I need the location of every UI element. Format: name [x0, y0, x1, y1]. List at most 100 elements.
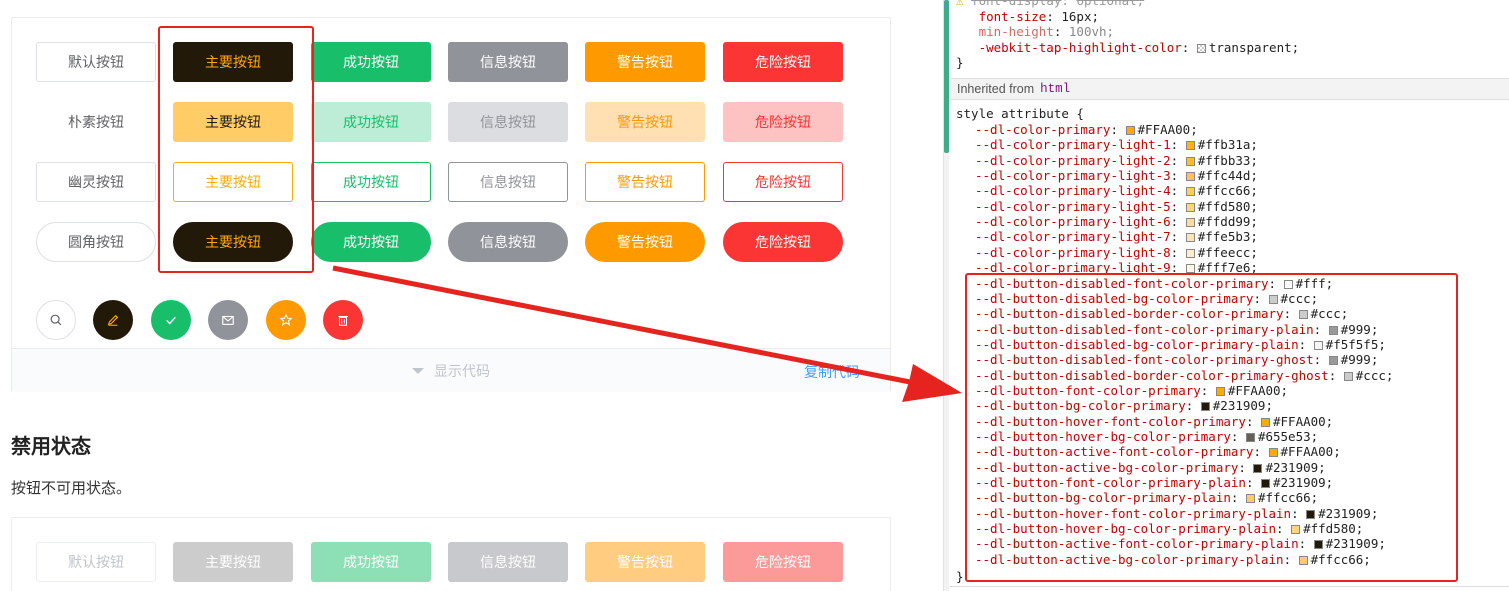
css-property-name[interactable]: min-height	[979, 24, 1054, 39]
css-variable-value[interactable]: #ffd580;	[1198, 199, 1258, 214]
css-declaration[interactable]: font-size: 16px;	[956, 9, 1099, 24]
color-swatch[interactable]	[1185, 156, 1195, 166]
css-variable-value[interactable]: #FFAA00;	[1281, 444, 1341, 459]
css-variable-declaration[interactable]: --dl-button-hover-font-color-primary: #F…	[975, 414, 1333, 429]
round-danger-button[interactable]: 危险按钮	[723, 222, 843, 262]
css-variable-value[interactable]: #999;	[1341, 322, 1379, 337]
css-property-name[interactable]: -webkit-tap-highlight-color	[979, 40, 1182, 55]
copy-code-link[interactable]: 复制代码	[804, 362, 860, 382]
ghost-default-button[interactable]: 幽灵按钮	[36, 162, 156, 202]
css-variable-value[interactable]: #FFAA00;	[1228, 383, 1288, 398]
css-variable-declaration[interactable]: --dl-color-primary-light-3: #ffc44d;	[975, 168, 1258, 183]
css-variable-declaration[interactable]: --dl-button-font-color-primary: #FFAA00;	[975, 383, 1288, 398]
color-swatch[interactable]	[1185, 187, 1195, 197]
color-swatch[interactable]	[1268, 448, 1278, 458]
css-variable-name[interactable]: --dl-color-primary-light-6	[975, 214, 1171, 229]
css-variable-declaration[interactable]: --dl-button-disabled-bg-color-primary: #…	[975, 291, 1318, 306]
css-variable-declaration[interactable]: --dl-button-active-bg-color-primary: #23…	[975, 460, 1326, 475]
css-variable-value[interactable]: #ffdd99;	[1198, 214, 1258, 229]
color-swatch[interactable]	[1215, 386, 1225, 396]
css-variable-value[interactable]: #ffb31a;	[1198, 137, 1258, 152]
color-swatch[interactable]	[1306, 509, 1316, 519]
css-variable-value[interactable]: #fff7e6;	[1198, 260, 1258, 275]
css-variable-value[interactable]: #655e53;	[1258, 429, 1318, 444]
css-variable-name[interactable]: --dl-button-font-color-primary	[975, 383, 1201, 398]
css-variable-value[interactable]: #ffc44d;	[1198, 168, 1258, 183]
css-variable-declaration[interactable]: --dl-button-hover-bg-color-primary: #655…	[975, 429, 1318, 444]
ghost-info-button[interactable]: 信息按钮	[448, 162, 568, 202]
css-variable-declaration[interactable]: --dl-button-bg-color-primary-plain: #ffc…	[975, 490, 1318, 505]
css-declaration[interactable]: -webkit-tap-highlight-color: transparent…	[956, 40, 1300, 55]
disabled-info-button[interactable]: 信息按钮	[448, 542, 568, 582]
color-swatch[interactable]	[1185, 233, 1195, 243]
css-variable-value[interactable]: #ffd580;	[1303, 521, 1363, 536]
css-variable-name[interactable]: --dl-button-disabled-border-color-primar…	[975, 368, 1329, 383]
css-variable-name[interactable]: --dl-color-primary-light-8	[975, 245, 1171, 260]
css-variable-declaration[interactable]: --dl-color-primary-light-9: #fff7e6;	[975, 260, 1258, 275]
disabled-success-button[interactable]: 成功按钮	[311, 542, 431, 582]
plain-success-button[interactable]: 成功按钮	[311, 102, 431, 142]
color-swatch[interactable]	[1283, 279, 1293, 289]
color-swatch[interactable]	[1261, 479, 1270, 489]
plain-default-button[interactable]: 朴素按钮	[36, 102, 156, 142]
circle-check-button[interactable]	[151, 300, 191, 340]
css-variable-declaration[interactable]: --dl-button-hover-font-color-primary-pla…	[975, 506, 1378, 521]
circle-search-button[interactable]	[36, 300, 76, 340]
default-button[interactable]: 默认按钮	[36, 42, 156, 82]
circle-delete-button[interactable]	[323, 300, 363, 340]
color-swatch[interactable]	[1245, 433, 1255, 442]
color-swatch[interactable]	[1291, 525, 1301, 535]
color-swatch[interactable]	[1185, 172, 1195, 182]
success-button[interactable]: 成功按钮	[311, 42, 431, 82]
ghost-danger-button[interactable]: 危险按钮	[723, 162, 843, 202]
css-variable-name[interactable]: --dl-button-disabled-bg-color-primary	[975, 291, 1253, 306]
plain-info-button[interactable]: 信息按钮	[448, 102, 568, 142]
circle-edit-button[interactable]	[93, 300, 133, 340]
css-variable-value[interactable]: #ffe5b3;	[1198, 229, 1258, 244]
danger-button[interactable]: 危险按钮	[723, 42, 843, 82]
css-variable-declaration[interactable]: --dl-color-primary-light-4: #ffcc66;	[975, 183, 1258, 198]
css-variable-declaration[interactable]: --dl-color-primary-light-2: #ffbb33;	[975, 153, 1258, 168]
css-variable-declaration[interactable]: --dl-color-primary-light-8: #ffeecc;	[975, 245, 1258, 260]
color-swatch[interactable]	[1185, 264, 1195, 274]
css-variable-name[interactable]: --dl-button-disabled-font-color-primary	[975, 276, 1269, 291]
css-variable-value[interactable]: #231909;	[1265, 460, 1325, 475]
disabled-warning-button[interactable]: 警告按钮	[585, 542, 705, 582]
css-variable-declaration[interactable]: --dl-button-disabled-border-color-primar…	[975, 368, 1393, 383]
css-declaration[interactable]: ⚠ font-display: optional;	[956, 0, 1144, 8]
css-variable-name[interactable]: --dl-button-hover-font-color-primary	[975, 414, 1246, 429]
color-swatch[interactable]	[1313, 540, 1323, 550]
css-variable-name[interactable]: --dl-button-font-color-primary-plain	[975, 475, 1246, 490]
color-swatch[interactable]	[1328, 325, 1338, 335]
css-property-value[interactable]: 100vh;	[1069, 24, 1114, 39]
css-variable-value[interactable]: #ffcc66;	[1311, 552, 1371, 567]
css-variable-declaration[interactable]: --dl-color-primary-light-5: #ffd580;	[975, 199, 1258, 214]
css-variable-value[interactable]: #231909;	[1273, 475, 1333, 490]
css-variable-name[interactable]: --dl-color-primary-light-9	[975, 260, 1171, 275]
css-variable-name[interactable]: --dl-button-disabled-font-color-primary-…	[975, 352, 1314, 367]
css-variable-name[interactable]: --dl-color-primary-light-2	[975, 153, 1171, 168]
plain-primary-button[interactable]: 主要按钮	[173, 102, 293, 142]
round-warning-button[interactable]: 警告按钮	[585, 222, 705, 262]
color-swatch[interactable]	[1245, 494, 1255, 504]
css-variable-name[interactable]: --dl-color-primary-light-5	[975, 199, 1171, 214]
css-variable-name[interactable]: --dl-button-hover-bg-color-primary-plain	[975, 521, 1276, 536]
css-variable-declaration[interactable]: --dl-button-active-bg-color-primary-plai…	[975, 552, 1371, 567]
round-default-button[interactable]: 圆角按钮	[36, 222, 156, 262]
css-variable-declaration[interactable]: --dl-button-disabled-font-color-primary-…	[975, 352, 1378, 367]
ghost-warning-button[interactable]: 警告按钮	[585, 162, 705, 202]
css-variable-value[interactable]: #ccc;	[1311, 306, 1349, 321]
color-swatch[interactable]	[1185, 141, 1195, 151]
css-variable-value[interactable]: #231909;	[1318, 506, 1378, 521]
css-variable-name[interactable]: --dl-button-active-bg-color-primary	[975, 460, 1238, 475]
disabled-danger-button[interactable]: 危险按钮	[723, 542, 843, 582]
color-swatch[interactable]	[1200, 402, 1210, 412]
css-variable-name[interactable]: --dl-button-active-bg-color-primary-plai…	[975, 552, 1284, 567]
color-swatch[interactable]	[1125, 126, 1135, 135]
css-variable-value[interactable]: #ccc;	[1356, 368, 1394, 383]
warning-button[interactable]: 警告按钮	[585, 42, 705, 82]
css-variable-declaration[interactable]: --dl-button-active-font-color-primary: #…	[975, 444, 1341, 459]
css-variable-name[interactable]: --dl-color-primary-light-1	[975, 137, 1171, 152]
css-variable-name[interactable]: --dl-color-primary-light-3	[975, 168, 1171, 183]
show-code-toggle[interactable]: 显示代码	[12, 349, 890, 393]
